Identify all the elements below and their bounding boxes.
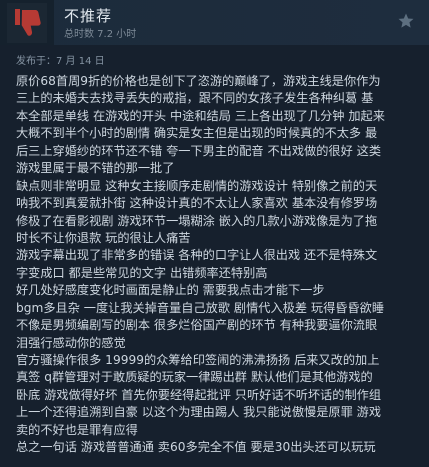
review-line: 好几处好感度变化时画面是静止的 需要我点击才能下一步	[16, 283, 325, 298]
review-card: 不推荐 总时数 7.2 小时 发布于：7 月 14 日 原价68首周9折的价格也…	[0, 0, 429, 467]
review-body: 原价68首周9折的价格也是创下了恣游的巅峰了，游戏主线是你作为 三上的未婚夫去找寻…	[16, 73, 420, 457]
review-line: 大概不到半个小时的剧情 确实是女主但是出现的时候真的不太多 最	[16, 126, 378, 141]
review-line: 泪强行感动你的感觉	[16, 335, 126, 350]
review-line: 呐我不到真爱就扑街 这种设计真的不太让人家喜欢 基本没有修罗场	[16, 196, 378, 211]
hours-played: 总时数 7.2 小时	[64, 29, 137, 40]
review-header: 不推荐 总时数 7.2 小时	[0, 0, 429, 45]
review-line: 总之一句话 游戏普普通通 卖60多完全不值 要是30出头还可以玩玩	[16, 440, 376, 455]
posted-date: 发布于：7 月 14 日	[16, 56, 105, 67]
review-line: 卖的不好也是罪有应得	[16, 422, 138, 437]
review-line: 三上的未婚夫去找寻丢失的戒指，跟不同的女孩子发生各种纠葛 基	[16, 91, 374, 106]
review-verdict: 不推荐	[64, 7, 113, 25]
review-line: 时长不让你退款 玩的很让人痛苦	[16, 230, 191, 245]
review-line: 字变成口 都是些常见的文字 出错频率还特别高	[16, 265, 268, 280]
review-line: 缺点则非常明显 这种女主接顺序走剧情的游戏设计 特别像之前的天	[16, 178, 378, 193]
thumbs-down-icon	[0, 0, 54, 45]
review-line: 真签 q群管理对于敢质疑的玩家一律踢出群 默认他们是其他游戏的	[16, 370, 373, 385]
review-line: 修极了在看影视剧 游戏环节一塌糊涂 嵌入的几款小游戏像是为了拖	[16, 213, 378, 228]
review-line: 本全部是单线 在游戏的开头 中途和结局 三上各出现了几分钟 加起来	[16, 108, 385, 123]
review-line: 游戏字幕出现了非常多的错误 各种的口字让人很出戏 还不是特殊文	[16, 248, 378, 263]
review-line: 不像是男频编剧写的剧本 很多烂俗国产剧的环节 有种我要逼你流眼	[16, 318, 378, 333]
review-line: 卧底 游戏做得好坏 首先你要经得起批评 只听好话不听坏话的制作组	[16, 387, 382, 402]
review-line: 游戏里属于最不错的那一批了	[16, 161, 175, 176]
review-line: 后三上穿婚纱的环节还不错 夸一下男主的配音 不出戏做的很好 这类	[16, 143, 382, 158]
star-icon[interactable]	[397, 12, 415, 34]
review-line: bgm多且杂 一度让我关掉音量自己放歌 剧情代入极差 玩得昏昏欲睡	[16, 300, 385, 315]
review-line: 原价68首周9折的价格也是创下了恣游的巅峰了，游戏主线是你作为	[16, 74, 381, 88]
review-line: 官方骚操作很多 19999的众筹给印签闹的沸沸扬扬 后来又改的加上	[16, 353, 380, 367]
review-line: 上一个还得追溯到自豪 以这个为理由踢人 我只能说傲慢是原罪 游戏	[16, 405, 382, 420]
